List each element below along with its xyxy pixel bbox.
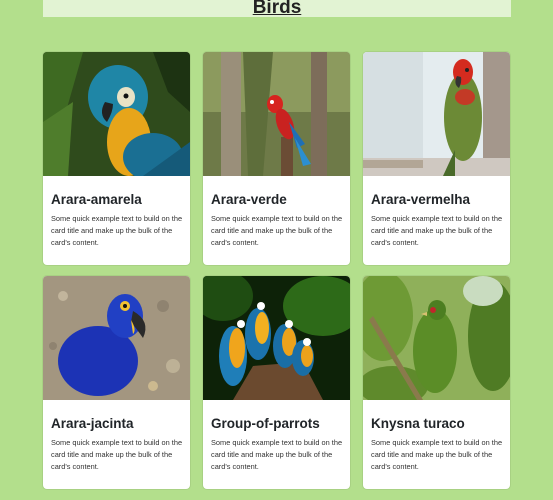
card-image: [363, 52, 510, 176]
card-arara-amarela[interactable]: Arara-amarela Some quick example text to…: [43, 52, 190, 265]
card-title: Arara-verde: [211, 192, 287, 207]
card-knysna-turaco[interactable]: Knysna turaco Some quick example text to…: [363, 276, 510, 489]
card-title: Arara-vermelha: [371, 192, 471, 207]
card-text: Some quick example text to build on the …: [211, 214, 343, 247]
card-text: Some quick example text to build on the …: [371, 438, 503, 471]
card-title: Arara-amarela: [51, 192, 142, 207]
card-arara-verde[interactable]: Arara-verde Some quick example text to b…: [203, 52, 350, 265]
card-text: Some quick example text to build on the …: [51, 438, 183, 471]
card-text: Some quick example text to build on the …: [51, 214, 183, 247]
card-arara-jacinta[interactable]: Arara-jacinta Some quick example text to…: [43, 276, 190, 489]
card-image: [203, 52, 350, 176]
card-arara-vermelha[interactable]: Arara-vermelha Some quick example text t…: [363, 52, 510, 265]
page-header: Birds: [43, 0, 511, 18]
card-title: Arara-jacinta: [51, 416, 134, 431]
card-image: [203, 276, 350, 400]
card-title: Knysna turaco: [371, 416, 465, 431]
card-group-of-parrots[interactable]: Group-of-parrots Some quick example text…: [203, 276, 350, 489]
card-text: Some quick example text to build on the …: [371, 214, 503, 247]
card-image: [43, 276, 190, 400]
card-image: [363, 276, 510, 400]
card-image: [43, 52, 190, 176]
page-title: Birds: [252, 0, 302, 18]
card-text: Some quick example text to build on the …: [211, 438, 343, 471]
card-title: Group-of-parrots: [211, 416, 320, 431]
